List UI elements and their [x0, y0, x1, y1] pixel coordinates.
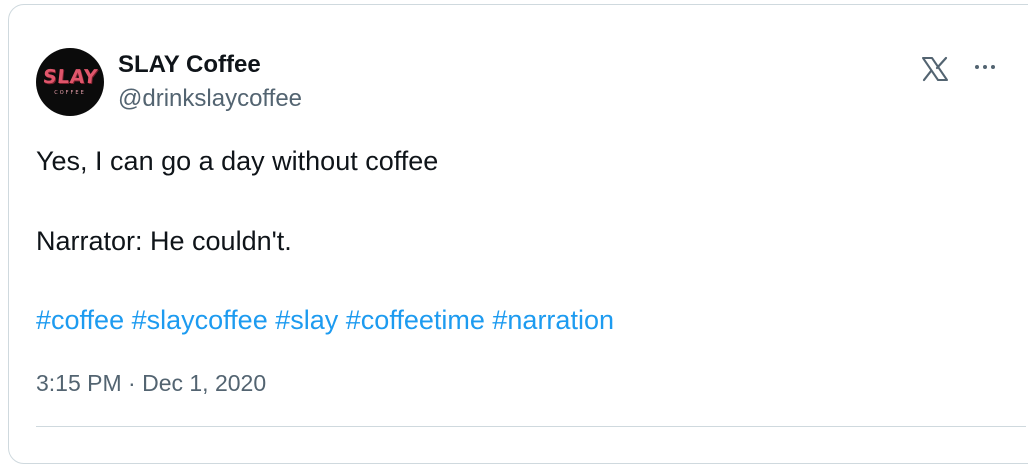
hashtag-list: #coffee #slaycoffee #slay #coffeetime #n…	[36, 303, 614, 337]
divider	[36, 426, 1026, 427]
avatar-logo-text: SLAY	[41, 66, 99, 88]
tweet-timestamp[interactable]: 3:15 PM · Dec 1, 2020	[36, 368, 266, 398]
avatar-sub-text: COFFEE	[54, 90, 86, 96]
more-options-icon[interactable]	[968, 52, 1002, 82]
author-display-name[interactable]: SLAY Coffee	[118, 50, 261, 80]
hashtag-link[interactable]: #narration	[492, 305, 614, 335]
hashtag-link[interactable]: #slaycoffee	[132, 305, 268, 335]
avatar[interactable]: SLAY COFFEE	[36, 48, 104, 116]
author-handle[interactable]: @drinkslaycoffee	[118, 84, 302, 114]
tweet-text-line-1: Yes, I can go a day without coffee	[36, 146, 439, 176]
hashtag-link[interactable]: #coffee	[36, 305, 124, 335]
hashtag-link[interactable]: #slay	[275, 305, 338, 335]
more-dot	[975, 65, 979, 69]
tweet-text-line-2: Narrator: He couldn't.	[36, 226, 292, 256]
more-dot	[991, 65, 995, 69]
hashtag-link[interactable]: #coffeetime	[346, 305, 485, 335]
x-logo-icon[interactable]	[920, 54, 950, 84]
more-dot	[983, 65, 987, 69]
